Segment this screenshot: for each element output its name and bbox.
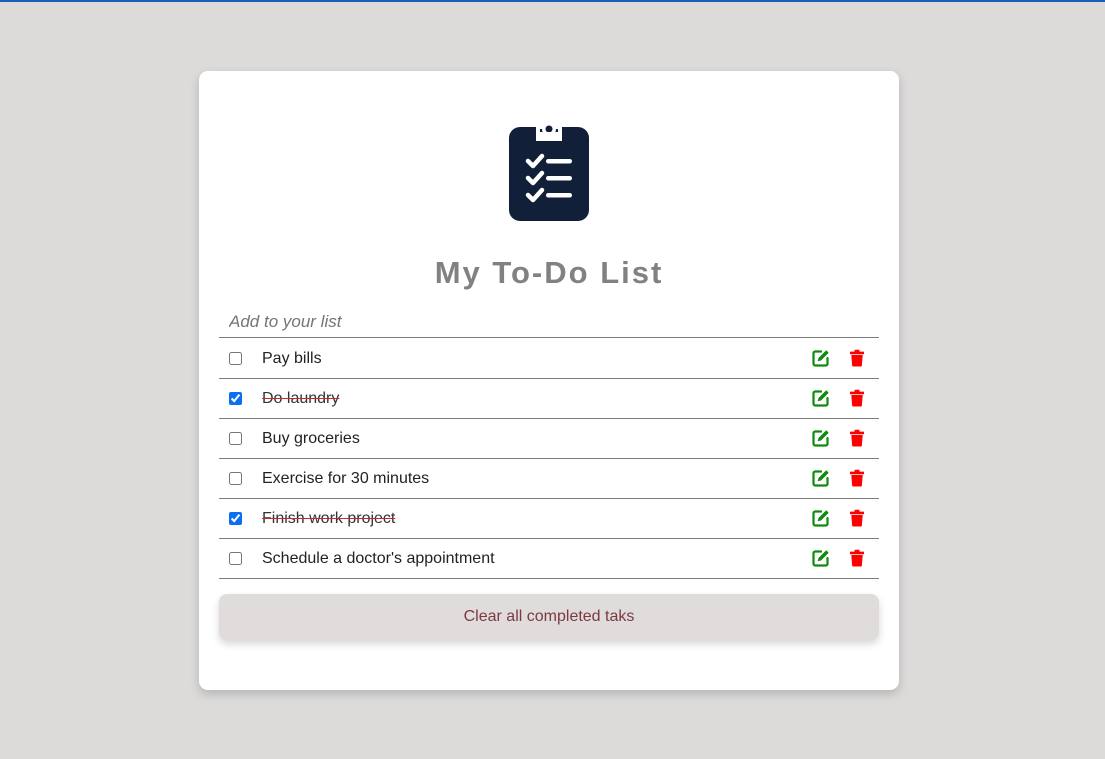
edit-pencil-square-icon xyxy=(812,550,829,567)
clear-completed-button[interactable]: Clear all completed taks xyxy=(219,594,879,640)
todo-item: Finish work project xyxy=(219,499,879,539)
edit-todo-button[interactable] xyxy=(812,389,830,407)
trash-icon xyxy=(850,389,864,407)
todo-list: Pay bills Do laundry Buy groceries Exercise… xyxy=(219,339,879,579)
edit-pencil-square-icon xyxy=(812,470,829,487)
todo-text: Buy groceries xyxy=(262,430,360,447)
todo-item: Exercise for 30 minutes xyxy=(219,459,879,499)
delete-todo-button[interactable] xyxy=(848,509,866,527)
clipboard-checklist-icon xyxy=(509,122,589,221)
delete-todo-button[interactable] xyxy=(848,389,866,407)
todo-checkbox[interactable] xyxy=(229,392,242,405)
todo-checkbox[interactable] xyxy=(229,512,242,525)
todo-text: Schedule a doctor's appointment xyxy=(262,550,495,567)
trash-icon xyxy=(850,549,864,567)
delete-todo-button[interactable] xyxy=(848,429,866,447)
trash-icon xyxy=(850,349,864,367)
todo-item: Schedule a doctor's appointment xyxy=(219,539,879,579)
todo-text: Do laundry xyxy=(262,390,340,407)
todo-text: Pay bills xyxy=(262,350,322,367)
todo-text: Finish work project xyxy=(262,510,396,527)
todo-checkbox[interactable] xyxy=(229,552,242,565)
page-title: My To-Do List xyxy=(434,255,664,290)
delete-todo-button[interactable] xyxy=(848,549,866,567)
todo-item: Pay bills xyxy=(219,339,879,379)
edit-pencil-square-icon xyxy=(812,510,829,527)
top-accent-bar xyxy=(0,0,1105,2)
trash-icon xyxy=(850,429,864,447)
edit-pencil-square-icon xyxy=(812,430,829,447)
todo-checkbox[interactable] xyxy=(229,432,242,445)
edit-todo-button[interactable] xyxy=(812,429,830,447)
edit-todo-button[interactable] xyxy=(812,509,830,527)
todo-checkbox[interactable] xyxy=(229,472,242,485)
delete-todo-button[interactable] xyxy=(848,349,866,367)
todo-item: Do laundry xyxy=(219,379,879,419)
todo-text: Exercise for 30 minutes xyxy=(262,470,430,487)
edit-todo-button[interactable] xyxy=(812,469,830,487)
trash-icon xyxy=(850,469,864,487)
todo-card: My To-Do List Pay bills Do laundry Buy gro… xyxy=(199,71,899,690)
edit-pencil-square-icon xyxy=(812,350,829,367)
edit-todo-button[interactable] xyxy=(812,549,830,567)
todo-checkbox[interactable] xyxy=(229,352,242,365)
trash-icon xyxy=(850,509,864,527)
todo-item: Buy groceries xyxy=(219,419,879,459)
edit-todo-button[interactable] xyxy=(812,349,830,367)
delete-todo-button[interactable] xyxy=(848,469,866,487)
add-todo-input[interactable] xyxy=(219,309,879,338)
edit-pencil-square-icon xyxy=(812,390,829,407)
